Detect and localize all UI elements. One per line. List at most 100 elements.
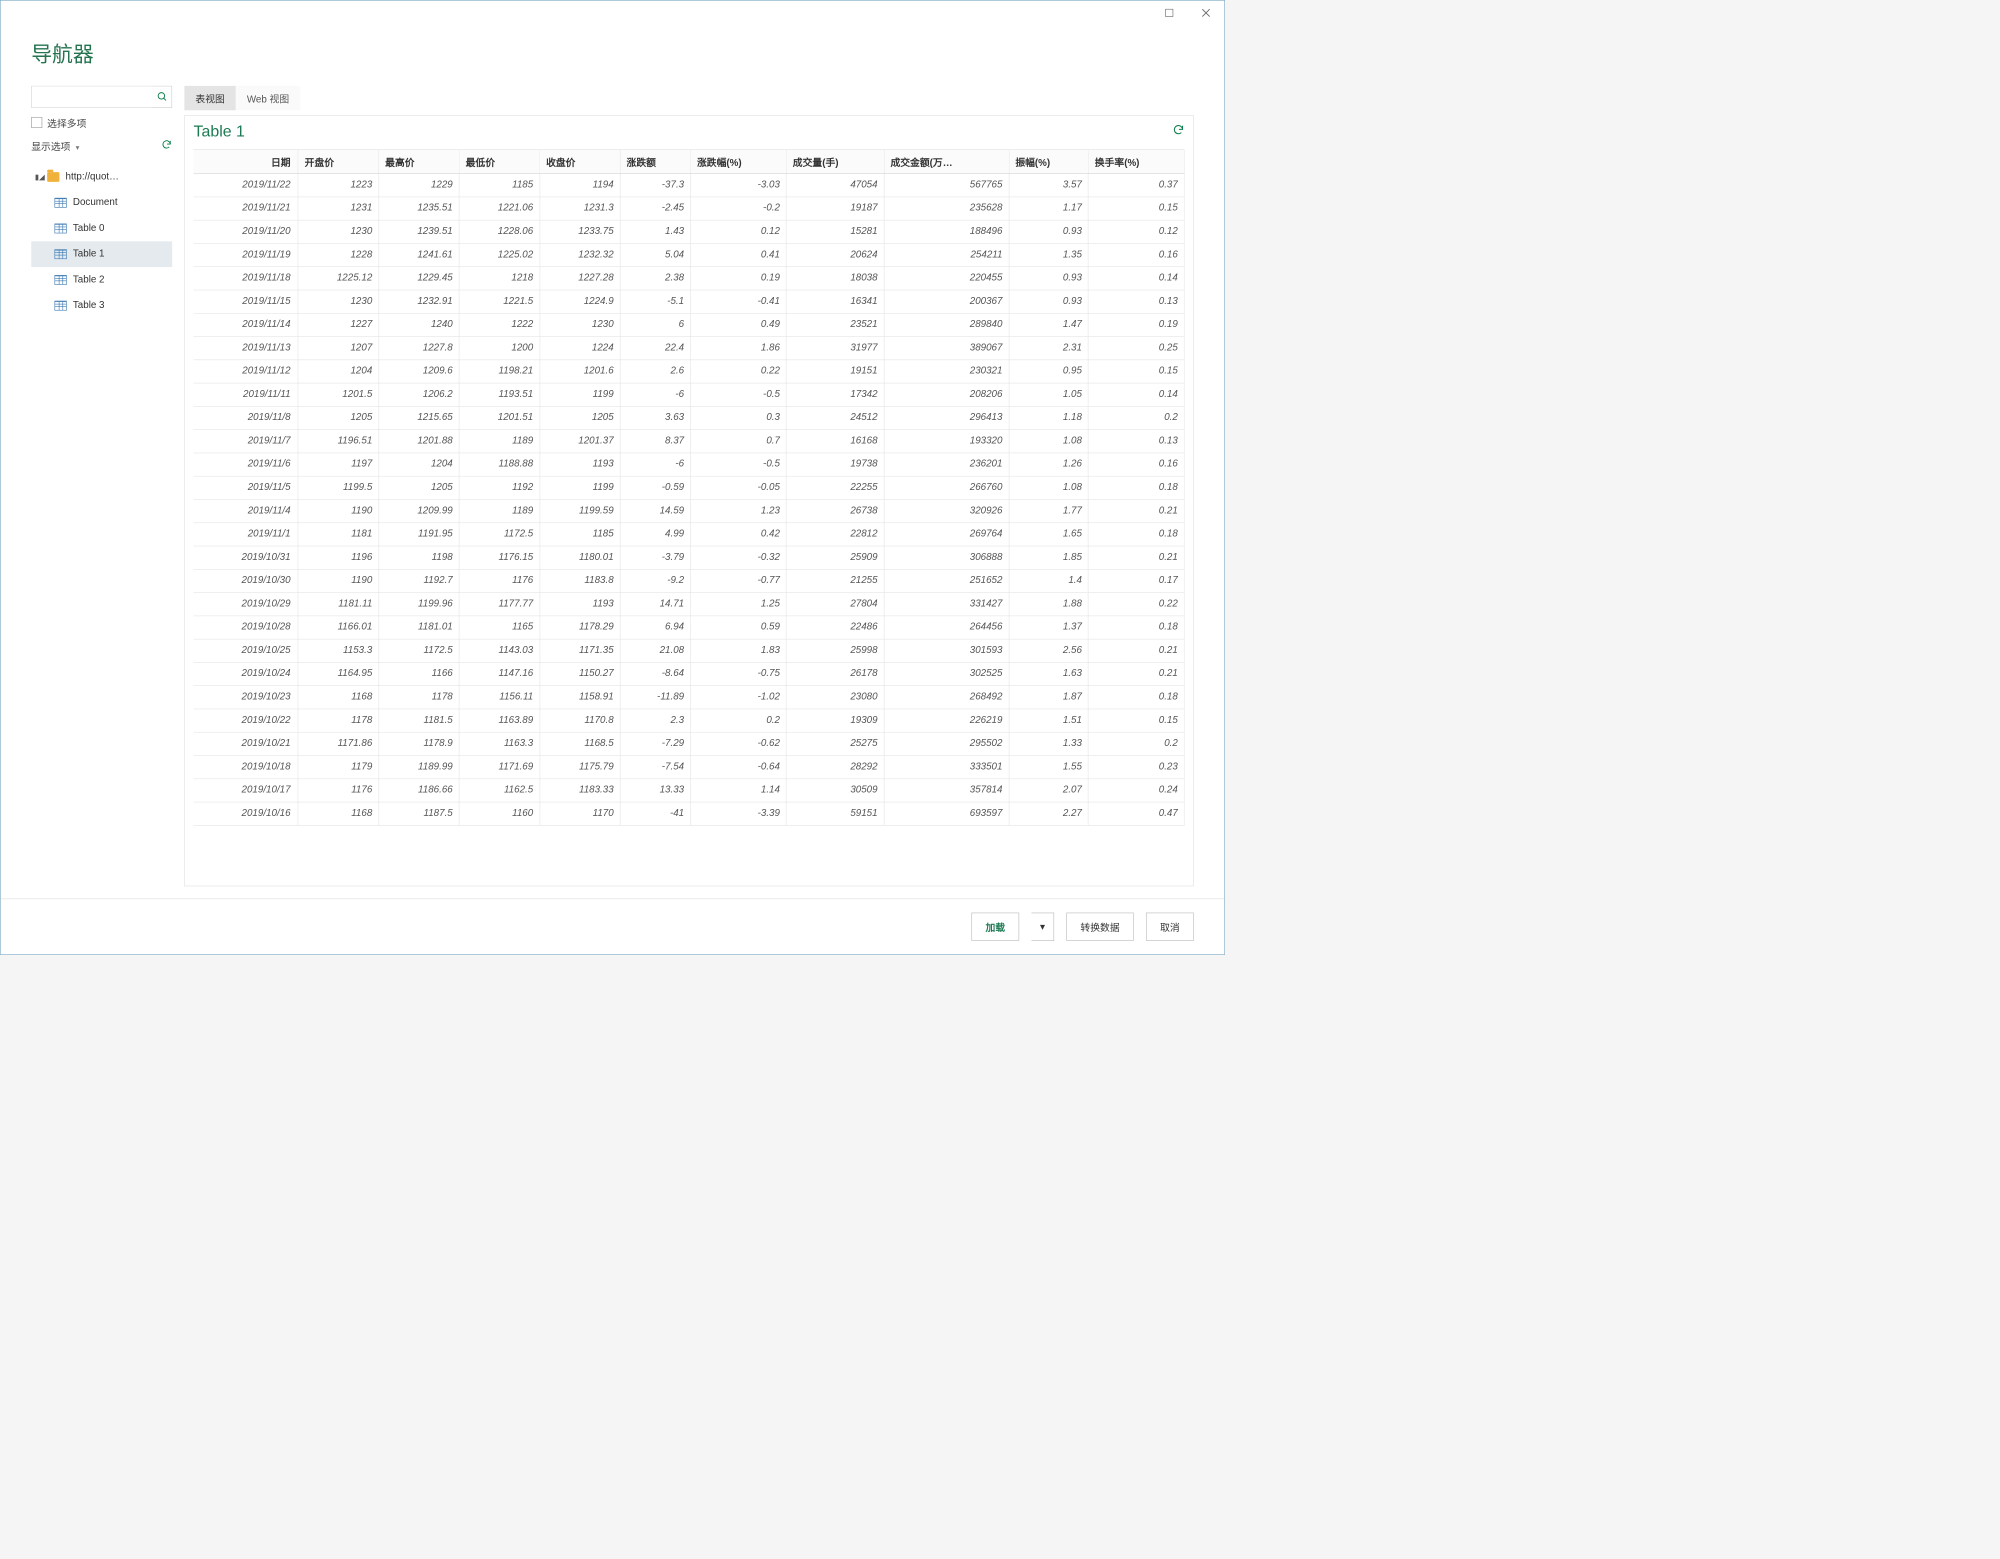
table-cell: 3.57 <box>1009 173 1088 196</box>
table-row[interactable]: 2019/11/111201.51206.21193.511199-6-0.51… <box>194 383 1185 406</box>
refresh-tree-icon[interactable] <box>161 139 172 153</box>
table-row[interactable]: 2019/11/6119712041188.881193-6-0.5197382… <box>194 453 1185 476</box>
table-cell: 22.4 <box>620 336 690 359</box>
table-row[interactable]: 2019/11/1912281241.611225.021232.325.040… <box>194 243 1185 266</box>
refresh-preview-icon[interactable] <box>1172 123 1184 139</box>
table-row[interactable]: 2019/11/71196.511201.8811891201.378.370.… <box>194 429 1185 452</box>
load-dropdown-button[interactable]: ▾ <box>1031 913 1054 941</box>
table-cell: 1207 <box>298 336 378 359</box>
table-cell: 2019/10/28 <box>194 616 299 639</box>
table-cell: 1199 <box>540 476 620 499</box>
table-cell: 2019/10/23 <box>194 685 299 708</box>
load-button[interactable]: 加载 <box>971 913 1019 941</box>
table-cell: 1229.45 <box>379 266 459 289</box>
table-cell: 357814 <box>884 778 1009 801</box>
tree-item[interactable]: Table 2 <box>31 267 172 293</box>
table-cell: 1224.9 <box>540 290 620 313</box>
transform-data-button[interactable]: 转换数据 <box>1066 913 1133 941</box>
table-row[interactable]: 2019/10/3011901192.711761183.8-9.2-0.772… <box>194 569 1185 592</box>
close-icon[interactable] <box>1194 4 1219 22</box>
collapse-icon[interactable]: ▮◢ <box>35 173 44 182</box>
table-cell: 1186.66 <box>379 778 459 801</box>
column-header[interactable]: 振幅(%) <box>1009 150 1088 173</box>
table-cell: 1164.95 <box>298 662 378 685</box>
table-cell: 0.3 <box>691 406 787 429</box>
table-row[interactable]: 2019/11/51199.5120511921199-0.59-0.05222… <box>194 476 1185 499</box>
table-row[interactable]: 2019/11/1312071227.81200122422.41.863197… <box>194 336 1185 359</box>
table-cell: 1187.5 <box>379 802 459 825</box>
data-table: 日期开盘价最高价最低价收盘价涨跌额涨跌幅(%)成交量(手)成交金额(万…振幅(%… <box>194 150 1185 825</box>
table-cell: 1183.8 <box>540 569 620 592</box>
table-row[interactable]: 2019/10/291181.111199.961177.77119314.71… <box>194 592 1185 615</box>
tab-web-view[interactable]: Web 视图 <box>236 86 300 111</box>
tree-item[interactable]: Document <box>31 190 172 216</box>
table-row[interactable]: 2019/11/1512301232.911221.51224.9-5.1-0.… <box>194 290 1185 313</box>
display-options-button[interactable]: 显示选项 ▾ <box>31 138 79 153</box>
table-cell: 1.18 <box>1009 406 1088 429</box>
table-row[interactable]: 2019/11/2012301239.511228.061233.751.430… <box>194 220 1185 243</box>
column-header[interactable]: 开盘价 <box>298 150 378 173</box>
table-cell: 220455 <box>884 266 1009 289</box>
table-cell: 1.63 <box>1009 662 1088 685</box>
table-cell: 1.88 <box>1009 592 1088 615</box>
column-header[interactable]: 收盘价 <box>540 150 620 173</box>
search-box[interactable] <box>31 86 172 108</box>
data-table-scroll[interactable]: 日期开盘价最高价最低价收盘价涨跌额涨跌幅(%)成交量(手)成交金额(万…振幅(%… <box>194 149 1185 885</box>
table-row[interactable]: 2019/10/281166.011181.0111651178.296.940… <box>194 616 1185 639</box>
tree-item[interactable]: Table 3 <box>31 293 172 319</box>
table-row[interactable]: 2019/11/411901209.9911891199.5914.591.23… <box>194 499 1185 522</box>
table-cell: 2019/11/7 <box>194 429 299 452</box>
table-cell: 1.23 <box>691 499 787 522</box>
search-icon[interactable] <box>153 86 172 107</box>
table-row[interactable]: 2019/11/14122712401222123060.49235212898… <box>194 313 1185 336</box>
column-header[interactable]: 换手率(%) <box>1088 150 1184 173</box>
table-row[interactable]: 2019/10/241164.9511661147.161150.27-8.64… <box>194 662 1185 685</box>
table-cell: -7.29 <box>620 732 690 755</box>
table-cell: 1198 <box>379 546 459 569</box>
checkbox-icon[interactable] <box>31 117 42 128</box>
table-cell: 1177.77 <box>459 592 539 615</box>
table-row[interactable]: 2019/11/1212041209.61198.211201.62.60.22… <box>194 360 1185 383</box>
table-cell: 1.4 <box>1009 569 1088 592</box>
table-row[interactable]: 2019/11/812051215.651201.5112053.630.324… <box>194 406 1185 429</box>
search-input[interactable] <box>32 86 153 107</box>
column-header[interactable]: 成交量(手) <box>786 150 884 173</box>
table-row[interactable]: 2019/10/31119611981176.151180.01-3.79-0.… <box>194 546 1185 569</box>
select-multiple-checkbox[interactable]: 选择多项 <box>31 115 172 130</box>
table-row[interactable]: 2019/10/211171.861178.91163.31168.5-7.29… <box>194 732 1185 755</box>
tree-item[interactable]: Table 0 <box>31 216 172 242</box>
table-row[interactable]: 2019/10/2211781181.51163.891170.82.30.21… <box>194 709 1185 732</box>
tree-item[interactable]: Table 1 <box>31 241 172 267</box>
table-row[interactable]: 2019/11/2112311235.511221.061231.3-2.45-… <box>194 197 1185 220</box>
table-icon <box>55 224 67 234</box>
column-header[interactable]: 涨跌幅(%) <box>691 150 787 173</box>
maximize-icon[interactable] <box>1157 4 1182 22</box>
column-header[interactable]: 涨跌额 <box>620 150 690 173</box>
table-cell: 0.59 <box>691 616 787 639</box>
table-cell: 1205 <box>298 406 378 429</box>
table-row[interactable]: 2019/10/251153.31172.51143.031171.3521.0… <box>194 639 1185 662</box>
table-row[interactable]: 2019/11/221223122911851194-37.3-3.034705… <box>194 173 1185 196</box>
table-cell: 1201.5 <box>298 383 378 406</box>
table-row[interactable]: 2019/10/1611681187.511601170-41-3.395915… <box>194 802 1185 825</box>
table-cell: -37.3 <box>620 173 690 196</box>
table-row[interactable]: 2019/10/23116811781156.111158.91-11.89-1… <box>194 685 1185 708</box>
tab-table-view[interactable]: 表视图 <box>184 86 235 111</box>
table-cell: 331427 <box>884 592 1009 615</box>
table-cell: 254211 <box>884 243 1009 266</box>
table-row[interactable]: 2019/11/181225.121229.4512181227.282.380… <box>194 266 1185 289</box>
table-cell: 333501 <box>884 755 1009 778</box>
column-header[interactable]: 日期 <box>194 150 299 173</box>
column-header[interactable]: 成交金额(万… <box>884 150 1009 173</box>
table-cell: 1156.11 <box>459 685 539 708</box>
column-header[interactable]: 最低价 <box>459 150 539 173</box>
cancel-button[interactable]: 取消 <box>1146 913 1194 941</box>
tree-root[interactable]: ▮◢ http://quot… <box>31 164 172 190</box>
table-cell: 1196.51 <box>298 429 378 452</box>
table-row[interactable]: 2019/11/111811191.951172.511854.990.4222… <box>194 522 1185 545</box>
table-row[interactable]: 2019/10/1811791189.991171.691175.79-7.54… <box>194 755 1185 778</box>
table-cell: 1175.79 <box>540 755 620 778</box>
table-cell: 0.18 <box>1088 685 1184 708</box>
table-row[interactable]: 2019/10/1711761186.661162.51183.3313.331… <box>194 778 1185 801</box>
column-header[interactable]: 最高价 <box>379 150 459 173</box>
